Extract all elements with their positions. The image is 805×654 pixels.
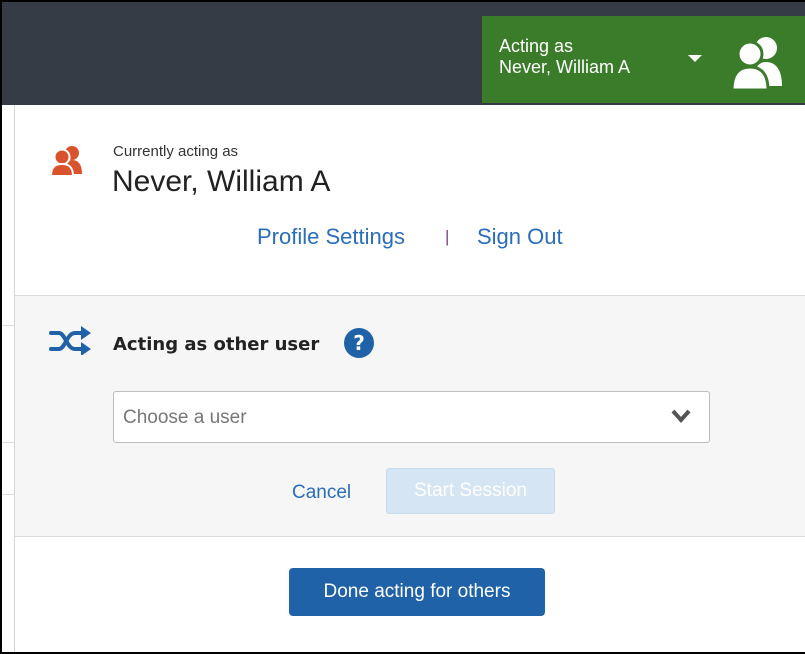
help-icon[interactable]: ? (343, 327, 375, 359)
acting-as-other-user-title: Acting as other user (113, 334, 320, 355)
cancel-link[interactable]: Cancel (292, 482, 351, 504)
current-user-name: Never, William A (112, 165, 331, 198)
divider (2, 494, 14, 495)
profile-settings-link[interactable]: Profile Settings (257, 224, 405, 250)
choose-user-placeholder: Choose a user (123, 407, 247, 428)
app-frame: Acting as Never, William A Currently act… (0, 0, 805, 654)
acting-as-label: Acting as (499, 36, 574, 56)
currently-acting-caption: Currently acting as (113, 143, 239, 160)
divider (2, 325, 14, 326)
link-separator: | (445, 227, 450, 246)
chevron-down-icon (671, 409, 691, 423)
acting-as-dropdown-panel: Currently acting as Never, William A Pro… (14, 105, 805, 652)
acting-as-menu-button[interactable]: Acting as Never, William A (482, 16, 805, 103)
acting-as-other-user-section: Acting as other user ? Choose a user Can… (15, 295, 805, 537)
sign-out-link[interactable]: Sign Out (477, 224, 563, 250)
done-acting-for-others-button[interactable]: Done acting for others (289, 568, 545, 616)
top-navigation-bar: Acting as Never, William A (2, 2, 805, 105)
user-group-icon (50, 146, 82, 176)
divider (2, 442, 14, 443)
caret-down-icon (688, 55, 702, 62)
start-session-button[interactable]: Start Session (386, 468, 555, 514)
shuffle-icon (49, 326, 91, 355)
choose-user-select[interactable]: Choose a user (113, 391, 710, 443)
svg-text:?: ? (353, 331, 365, 355)
users-group-icon (730, 37, 782, 92)
acting-user-name: Never, William A (499, 57, 631, 77)
